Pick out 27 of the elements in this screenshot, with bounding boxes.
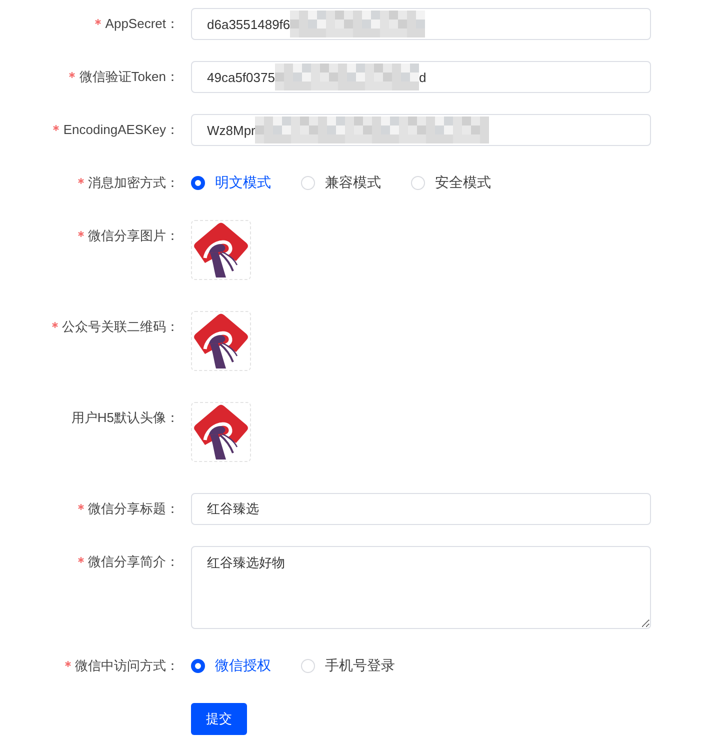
image-upload-card[interactable] (191, 311, 251, 371)
description-textarea[interactable]: 红谷臻选好物 (191, 546, 651, 629)
image-upload-card[interactable] (191, 402, 251, 462)
field-label: 用户H5默认头像： (71, 409, 179, 427)
radio-option[interactable]: 微信授权 (191, 657, 271, 675)
field-label: AppSecret： (105, 15, 179, 33)
field-label: 微信分享标题： (88, 500, 179, 518)
radio-option[interactable]: 兼容模式 (301, 174, 381, 192)
field-label: EncodingAESKey： (63, 121, 179, 139)
text-input-field[interactable]: 红谷臻选 (191, 493, 651, 525)
submit-button[interactable]: 提交 (191, 703, 247, 735)
radio-option[interactable]: 明文模式 (191, 174, 271, 192)
radio-option[interactable]: 手机号登录 (301, 657, 395, 675)
field-label: 消息加密方式： (88, 174, 179, 192)
text-input-field[interactable]: Wz8Mpr (191, 114, 651, 146)
logo-image (193, 404, 249, 460)
field-label: 微信分享简介： (88, 553, 179, 571)
radio-option[interactable]: 安全模式 (411, 174, 491, 192)
image-upload-card[interactable] (191, 220, 251, 280)
field-label: 公众号关联二维码： (62, 318, 179, 336)
text-input-field[interactable]: d6a3551489f6 (191, 8, 651, 40)
field-label: 微信分享图片： (88, 227, 179, 245)
logo-image (193, 313, 249, 369)
text-input-field[interactable]: 49ca5f0375 d (191, 61, 651, 93)
field-label: 微信验证Token： (79, 68, 179, 86)
logo-image (193, 222, 249, 278)
field-label: 微信中访问方式： (75, 657, 179, 675)
